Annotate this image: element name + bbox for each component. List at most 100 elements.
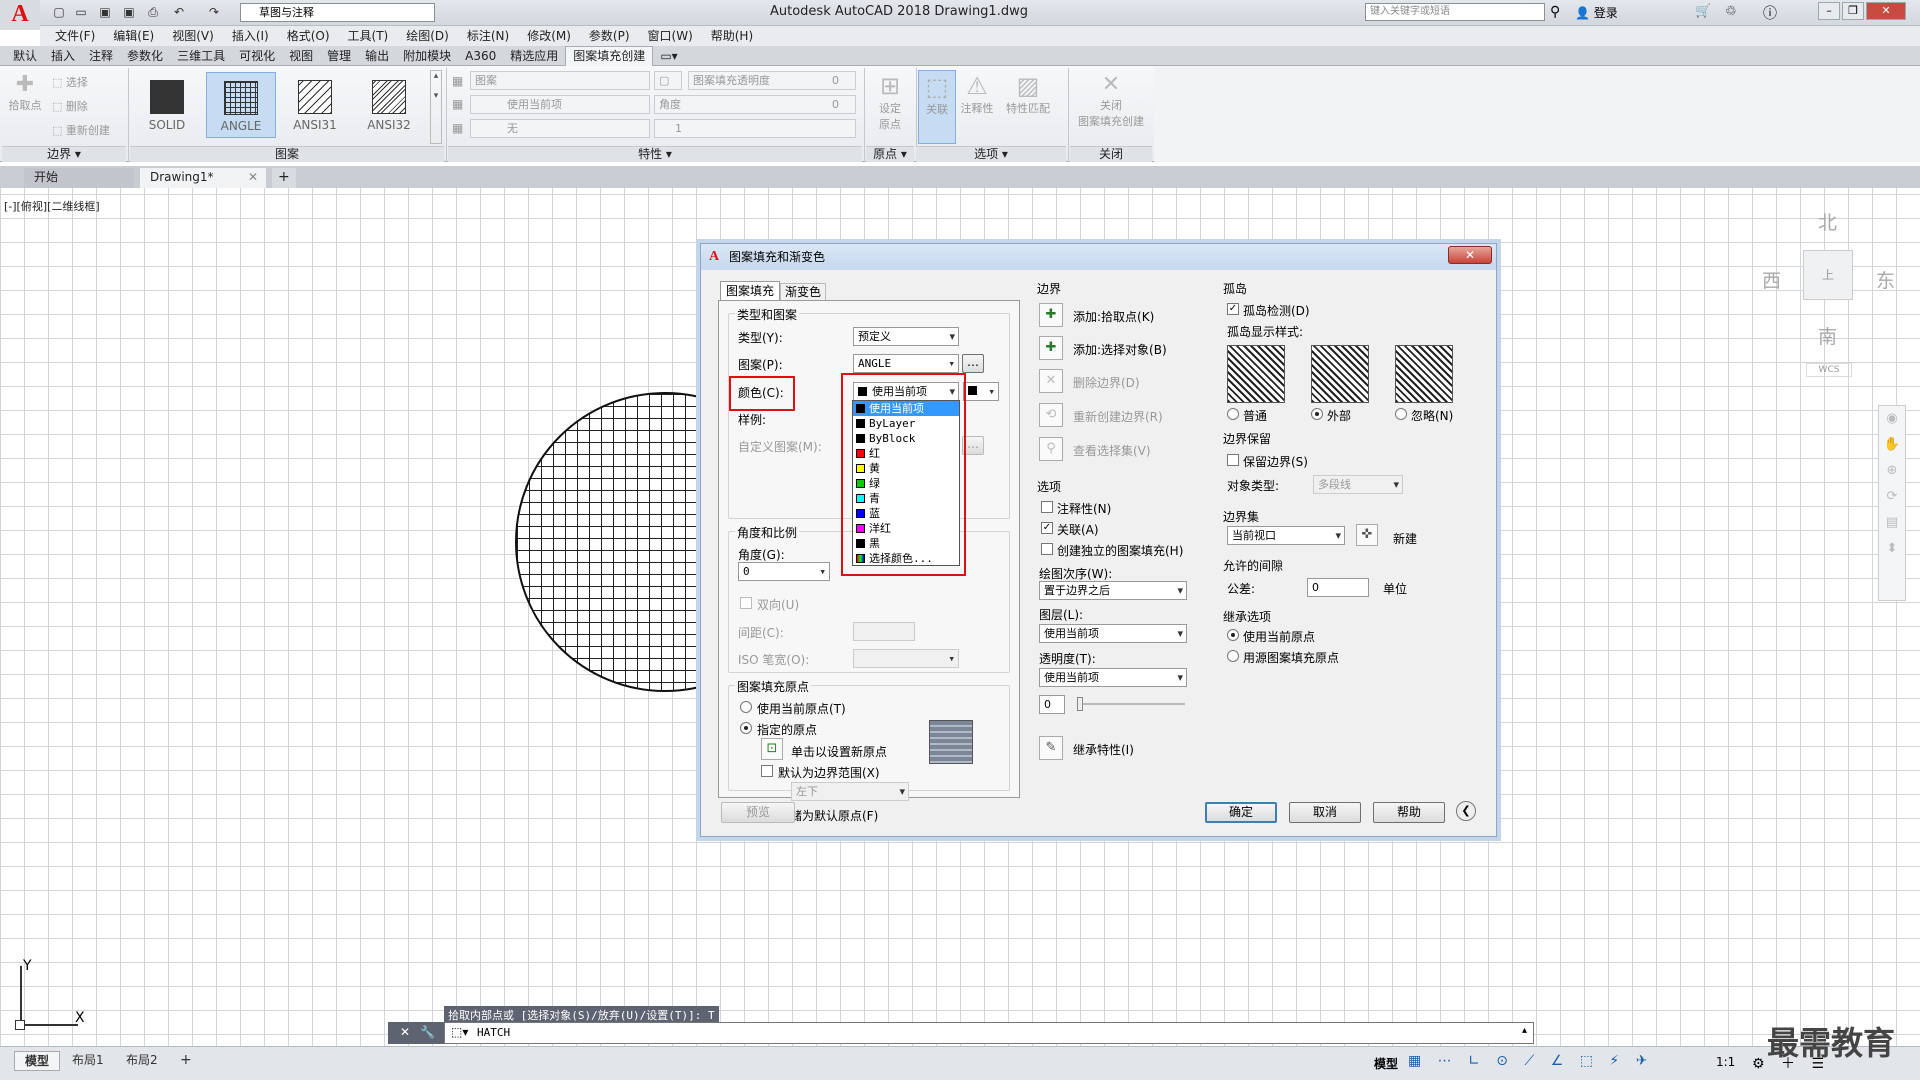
- island-normal-image[interactable]: [1227, 345, 1285, 403]
- set-origin-button[interactable]: ⊞ 设定 原点: [870, 72, 910, 132]
- type-select[interactable]: 预定义: [853, 327, 959, 346]
- ok-button[interactable]: 确定: [1205, 802, 1277, 823]
- command-close-icon[interactable]: ✕: [400, 1025, 410, 1039]
- pattern-ansi31[interactable]: ANSI31: [280, 72, 350, 138]
- tab-annotate[interactable]: 注释: [82, 47, 120, 66]
- menu-parametric[interactable]: 参数(P): [580, 26, 639, 46]
- tab-output[interactable]: 输出: [358, 47, 396, 66]
- tab-gradient[interactable]: 渐变色: [780, 283, 826, 301]
- undo-icon[interactable]: ↶: [170, 4, 188, 20]
- panel-title-pattern[interactable]: 图案: [130, 146, 444, 162]
- tab-3d-tools[interactable]: 三维工具: [170, 47, 232, 66]
- default-extent-checkbox[interactable]: [761, 765, 773, 777]
- menu-insert[interactable]: 插入(I): [223, 26, 278, 46]
- tab-start[interactable]: 开始: [24, 168, 134, 188]
- menu-help[interactable]: 帮助(H): [702, 26, 762, 46]
- tab-drawing1[interactable]: Drawing1* ✕: [140, 168, 266, 188]
- close-icon[interactable]: ✕: [1866, 2, 1906, 20]
- annotation-scale[interactable]: 1:1: [1716, 1055, 1735, 1069]
- command-customize-icon[interactable]: 🔧: [420, 1025, 435, 1039]
- model-space-button[interactable]: 模型: [1374, 1055, 1398, 1072]
- inherit-properties-button[interactable]: ✎: [1039, 736, 1063, 760]
- island-ignore-radio[interactable]: [1395, 408, 1407, 420]
- bg-color-select[interactable]: 无: [470, 119, 650, 138]
- status-toggle-icons[interactable]: ▦ ⋯ ∟ ⊙ ⟋ ∠ ⬚ ⚡ ✈: [1408, 1053, 1653, 1069]
- help-icon[interactable]: ⓘ: [1763, 3, 1777, 23]
- login-button[interactable]: 👤 登录: [1575, 4, 1618, 21]
- menu-draw[interactable]: 绘图(D): [397, 26, 458, 46]
- menu-format[interactable]: 格式(O): [278, 26, 339, 46]
- associative-checkbox[interactable]: ✓: [1041, 522, 1053, 534]
- layout-tab-model[interactable]: 模型: [14, 1051, 61, 1071]
- collapse-arrow-icon[interactable]: ❮: [1456, 801, 1476, 821]
- pattern-scroll[interactable]: ▴ ▾: [430, 70, 442, 144]
- iso-pen-select[interactable]: [853, 649, 959, 668]
- transparency-slider-track[interactable]: [1077, 703, 1185, 705]
- add-select-objects-button[interactable]: ✚: [1039, 336, 1063, 360]
- annotative-button[interactable]: ⚠ 注释性: [958, 72, 996, 116]
- hatch-type-select[interactable]: 图案: [470, 71, 650, 90]
- scale-field[interactable]: 1: [654, 119, 856, 138]
- ribbon-toggle-icon[interactable]: ▭▾: [653, 47, 684, 66]
- autocad-logo[interactable]: A: [0, 0, 40, 30]
- angle-select[interactable]: 0: [738, 562, 830, 581]
- layout-tab-layout1[interactable]: 布局1: [62, 1051, 114, 1071]
- tab-close-icon[interactable]: ✕: [248, 168, 258, 187]
- pattern-angle[interactable]: ANGLE: [206, 72, 276, 138]
- menu-window[interactable]: 窗口(W): [639, 26, 702, 46]
- compass-south[interactable]: 南: [1818, 322, 1837, 349]
- tab-manage[interactable]: 管理: [320, 47, 358, 66]
- help-button[interactable]: 帮助: [1373, 802, 1445, 823]
- recreate-button[interactable]: ⬚ 重新创建: [52, 122, 110, 138]
- recreate-boundary-button[interactable]: ⟲: [1039, 403, 1063, 427]
- tab-insert[interactable]: 插入: [44, 47, 82, 66]
- tab-view[interactable]: 视图: [282, 47, 320, 66]
- panel-title-origin[interactable]: 原点 ▾: [866, 146, 914, 162]
- retain-boundary-checkbox[interactable]: [1227, 454, 1239, 466]
- add-pick-point-button[interactable]: ✚: [1039, 303, 1063, 327]
- pattern-solid[interactable]: SOLID: [132, 72, 202, 138]
- pattern-select[interactable]: ANGLE: [853, 354, 959, 373]
- panel-title-properties[interactable]: 特性 ▾: [448, 146, 862, 162]
- dialog-close-button[interactable]: ✕: [1448, 246, 1492, 264]
- transparency-value-input[interactable]: 0: [1039, 695, 1065, 714]
- island-ignore-image[interactable]: [1395, 345, 1453, 403]
- layout-tab-layout2[interactable]: 布局2: [116, 1051, 168, 1071]
- hatch-color-select[interactable]: 使用当前项: [470, 95, 650, 114]
- pattern-ansi32[interactable]: ANSI32: [354, 72, 424, 138]
- print-icon[interactable]: ⎙: [144, 4, 162, 20]
- annotative-checkbox[interactable]: [1041, 501, 1053, 513]
- restore-icon[interactable]: ❐: [1842, 2, 1864, 20]
- set-origin-button[interactable]: ⊡: [761, 738, 783, 760]
- pick-point-button[interactable]: ✚ 拾取点: [8, 72, 42, 113]
- compass-west[interactable]: 西: [1762, 266, 1781, 293]
- transparency-select[interactable]: 使用当前项: [1039, 668, 1187, 687]
- match-properties-button[interactable]: ▨ 特性匹配: [1002, 72, 1054, 116]
- menu-edit[interactable]: 编辑(E): [104, 26, 163, 46]
- viewport-controls[interactable]: [-][俯视][二维线框]: [4, 198, 100, 214]
- bg-swatch-select[interactable]: ▢: [654, 71, 682, 90]
- tab-hatch-creation[interactable]: 图案填充创建: [565, 46, 654, 66]
- tolerance-input[interactable]: 0: [1307, 578, 1369, 597]
- preview-button[interactable]: 预览: [721, 802, 795, 823]
- new-boundary-set-button[interactable]: ✜: [1356, 524, 1378, 546]
- remove-boundary-button[interactable]: ✕: [1039, 369, 1063, 393]
- add-layout-plus-icon[interactable]: +: [170, 1051, 202, 1071]
- view-selection-button[interactable]: ⚲: [1039, 437, 1063, 461]
- menu-file[interactable]: 文件(F): [46, 26, 104, 46]
- minimize-icon[interactable]: –: [1818, 2, 1840, 20]
- save-icon[interactable]: ▣: [96, 4, 114, 20]
- view-cube[interactable]: 上: [1803, 250, 1853, 300]
- draw-order-select[interactable]: 置于边界之后: [1039, 581, 1187, 600]
- island-normal-radio[interactable]: [1227, 408, 1239, 420]
- separate-hatch-checkbox[interactable]: [1041, 543, 1053, 555]
- menu-view[interactable]: 视图(V): [163, 26, 223, 46]
- tab-a360[interactable]: A360: [458, 47, 503, 66]
- tab-visualize[interactable]: 可视化: [232, 47, 282, 66]
- island-outer-radio[interactable]: [1311, 408, 1323, 420]
- island-detect-checkbox[interactable]: ✓: [1227, 303, 1239, 315]
- tab-featured-apps[interactable]: 精选应用: [503, 47, 565, 66]
- select-button[interactable]: ⬚ 选择: [52, 74, 88, 90]
- panel-title-options[interactable]: 选项 ▾: [916, 146, 1066, 162]
- command-history-icon[interactable]: ▴: [1522, 1025, 1527, 1036]
